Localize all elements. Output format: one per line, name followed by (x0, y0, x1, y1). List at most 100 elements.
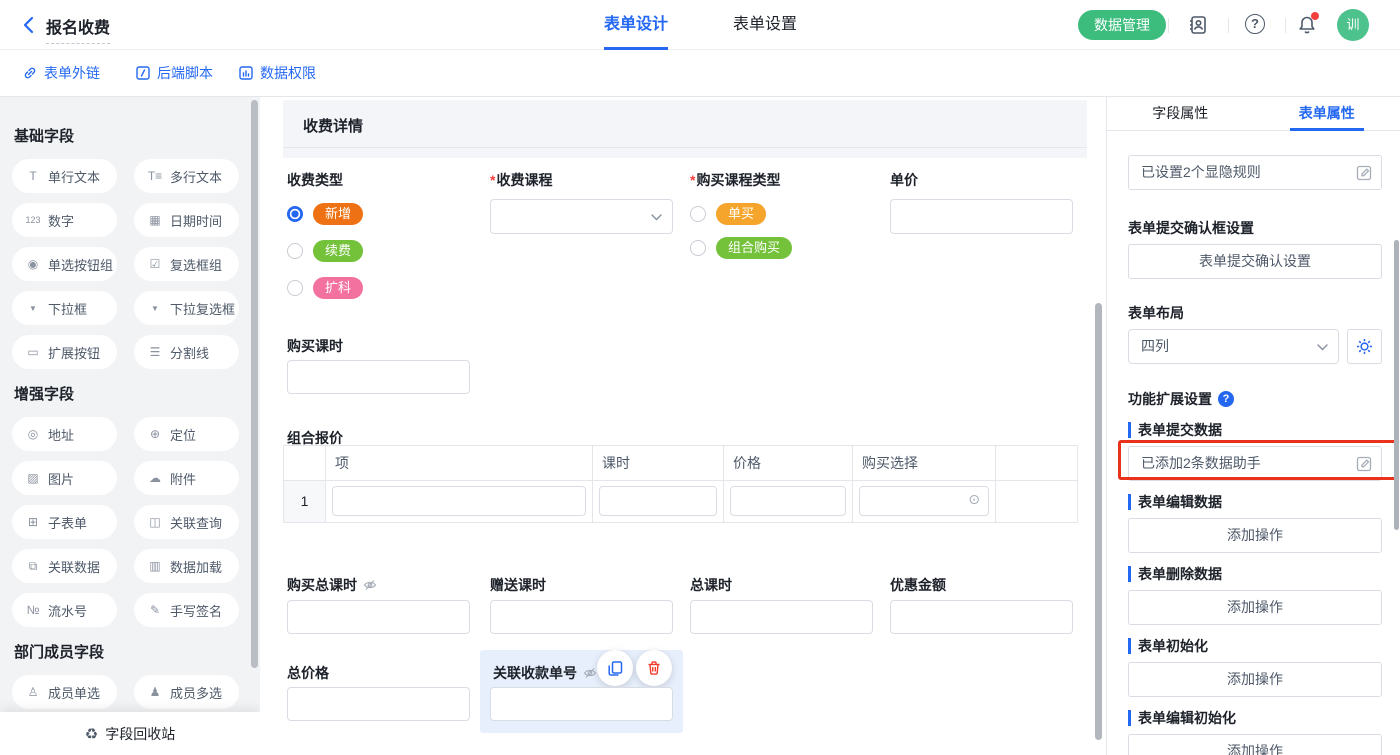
field-pill-address[interactable]: ◎地址 (12, 417, 117, 451)
form-toolbar: 表单外链 后端脚本 数据权限 预览 保存 (0, 50, 1400, 97)
field-pill-radio-group[interactable]: ◉单选按钮组 (12, 247, 117, 281)
tab-form-design[interactable]: 表单设计 (604, 0, 668, 50)
radio[interactable] (690, 206, 706, 222)
notification-badge (1311, 12, 1319, 20)
help-icon[interactable]: ? (1245, 14, 1265, 34)
radio[interactable] (690, 240, 706, 256)
link-icon (22, 65, 38, 81)
sidebar-scrollbar[interactable] (251, 100, 258, 668)
field-pill-multi-line-text[interactable]: T≡多行文本 (134, 159, 239, 193)
field-pill-serial-number[interactable]: №流水号 (12, 593, 117, 627)
dropdown-icon: ▼ (25, 304, 41, 313)
field-label-related-receipt-no: 关联收款单号 (493, 663, 597, 683)
add-action-button-init[interactable]: 添加操作 (1128, 662, 1382, 697)
radio[interactable] (287, 243, 303, 259)
buy-type-option-combo[interactable]: 组合购买 (690, 237, 792, 259)
fee-type-option-renew[interactable]: 续费 (287, 240, 363, 262)
field-pill-datetime[interactable]: ▦日期时间 (134, 203, 239, 237)
help-icon[interactable]: ? (1218, 391, 1234, 407)
field-pill-checkbox-group[interactable]: ☑复选框组 (134, 247, 239, 281)
field-pill-subform[interactable]: ⊞子表单 (12, 505, 117, 539)
discount-input[interactable] (890, 600, 1073, 634)
form-section-header[interactable]: 收费详情 (283, 100, 1087, 158)
page-title[interactable]: 报名收费 (46, 14, 110, 44)
field-pill-member-single[interactable]: ♙成员单选 (12, 675, 117, 709)
section-form-init: 表单初始化 (1128, 638, 1382, 654)
chevron-down-icon (651, 214, 662, 221)
related-receipt-no-input[interactable] (490, 687, 673, 721)
form-layout-select[interactable]: 四列 (1128, 329, 1339, 364)
field-pill-relation-data[interactable]: ⧉关联数据 (12, 549, 117, 583)
data-permission-link[interactable]: 数据权限 (238, 63, 316, 83)
field-pill-member-multi[interactable]: ♟成员多选 (134, 675, 239, 709)
panel-scrollbar[interactable] (1394, 240, 1399, 530)
gift-hours-input[interactable] (490, 600, 673, 634)
recycle-icon: ♻ (85, 725, 98, 743)
add-action-button-delete[interactable]: 添加操作 (1128, 590, 1382, 625)
copy-field-button[interactable] (597, 650, 633, 686)
top-bar: 报名收费 表单设计 表单设置 数据管理 ? 训 (0, 0, 1400, 50)
field-pill-dropdown-multi[interactable]: ▼下拉复选框 (134, 291, 239, 325)
fee-type-option-expand[interactable]: 扩科 (287, 277, 363, 299)
selected-field-related-receipt-no[interactable]: 关联收款单号 (480, 650, 683, 733)
field-pill-data-load[interactable]: ▥数据加载 (134, 549, 239, 583)
unit-price-input[interactable] (890, 199, 1073, 234)
radio-icon: ◉ (25, 257, 41, 271)
field-label-discount: 优惠金额 (890, 575, 946, 595)
section-title-basic-fields: 基础字段 (14, 125, 248, 146)
choice-input[interactable]: ⊙ (859, 486, 989, 516)
contacts-book-icon[interactable] (1187, 14, 1209, 36)
text-icon: T (25, 169, 41, 183)
radio-selected[interactable] (287, 206, 303, 222)
form-external-link[interactable]: 表单外链 (22, 63, 100, 83)
table-header-index (284, 446, 326, 480)
field-pill-location[interactable]: ⊕定位 (134, 417, 239, 451)
field-pill-number[interactable]: 123数字 (12, 203, 117, 237)
field-pill-dropdown[interactable]: ▼下拉框 (12, 291, 117, 325)
total-buy-hours-input[interactable] (287, 600, 470, 634)
price-input[interactable] (730, 486, 846, 516)
cell-price (724, 481, 853, 522)
buy-type-option-single[interactable]: 单买 (690, 203, 766, 225)
fee-type-option-new[interactable]: 新增 (287, 203, 363, 225)
back-icon[interactable] (18, 14, 40, 36)
item-input[interactable] (332, 486, 586, 516)
field-pill-attachment[interactable]: ☁附件 (134, 461, 239, 495)
field-pill-signature[interactable]: ✎手写签名 (134, 593, 239, 627)
field-recycle-bin[interactable]: ♻ 字段回收站 (0, 712, 260, 755)
cell-hours (593, 481, 724, 522)
total-price-input[interactable] (287, 687, 470, 721)
table-header-empty (996, 446, 1077, 480)
field-pill-single-line-text[interactable]: T单行文本 (12, 159, 117, 193)
table-header-hours: 课时 (593, 446, 724, 480)
hours-input[interactable] (599, 486, 717, 516)
fee-course-select[interactable] (490, 199, 673, 234)
pin-icon: ◎ (25, 427, 41, 441)
edit-icon[interactable] (1356, 456, 1372, 472)
submit-confirm-button[interactable]: 表单提交确认设置 (1128, 244, 1382, 279)
tab-field-properties[interactable]: 字段属性 (1107, 97, 1254, 130)
delete-field-button[interactable] (636, 650, 672, 686)
field-pill-relation-query[interactable]: ◫关联查询 (134, 505, 239, 539)
layout-settings-button[interactable] (1347, 329, 1382, 364)
avatar[interactable]: 训 (1337, 9, 1369, 41)
display-rules-box[interactable]: 已设置2个显隐规则 (1128, 155, 1382, 190)
buy-hours-input[interactable] (287, 360, 470, 394)
backend-script-link[interactable]: 后端脚本 (135, 63, 213, 83)
properties-panel: 字段属性 表单属性 已设置2个显隐规则 表单提交确认框设置 表单提交确认设置 表… (1107, 97, 1400, 755)
tab-form-settings[interactable]: 表单设置 (733, 0, 797, 50)
radio[interactable] (287, 280, 303, 296)
field-pill-extend-button[interactable]: ▭扩展按钮 (12, 335, 117, 369)
data-helper-box[interactable]: 已添加2条数据助手 (1128, 446, 1382, 481)
combo-quote-table: 项 课时 价格 购买选择 1 ⊙ (283, 445, 1078, 523)
locate-icon: ⊕ (147, 427, 163, 441)
field-pill-divider-line[interactable]: ☰分割线 (134, 335, 239, 369)
total-hours-input[interactable] (690, 600, 873, 634)
data-manage-button[interactable]: 数据管理 (1078, 10, 1166, 40)
field-pill-image[interactable]: ▨图片 (12, 461, 117, 495)
add-action-button-edit-init[interactable]: 添加操作 (1128, 734, 1382, 755)
edit-icon[interactable] (1356, 165, 1372, 181)
add-action-button-edit[interactable]: 添加操作 (1128, 518, 1382, 553)
canvas-scrollbar[interactable] (1095, 303, 1102, 740)
tab-form-properties[interactable]: 表单属性 (1254, 97, 1400, 130)
